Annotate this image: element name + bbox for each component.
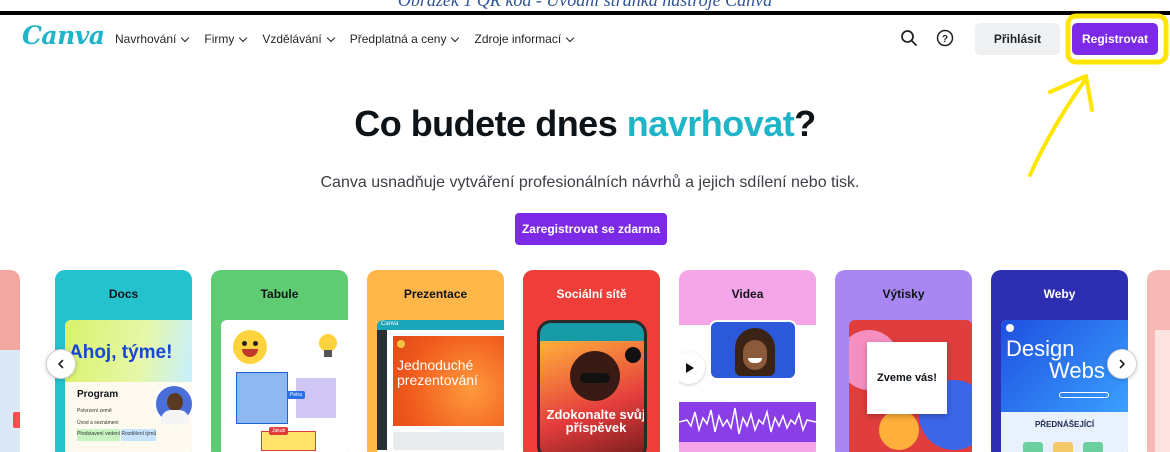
- search-icon[interactable]: [898, 27, 920, 49]
- prezentace-artwork: Canva Jednoduché prezentování: [377, 320, 504, 452]
- chevron-down-icon: [451, 33, 460, 42]
- carousel-next-button[interactable]: [1107, 349, 1137, 379]
- card-title: Tabule: [260, 287, 299, 301]
- hero-title-text: Co budete dnes: [354, 103, 627, 144]
- caption-text: Obrázek 1 QR kód - Úvodní stránka nástro…: [397, 0, 773, 10]
- card-prezentace[interactable]: Prezentace Canva Jednoduché prezentování: [367, 270, 504, 452]
- smile-emoji-icon: [233, 330, 267, 364]
- video-thumbnail: [709, 320, 797, 380]
- nav-item-firmy[interactable]: Firmy: [204, 32, 248, 46]
- top-navbar: Canva Navrhování Firmy Vzdělávání Předpl…: [0, 15, 1170, 63]
- svg-text:?: ?: [942, 34, 948, 45]
- cursor-tag: Jakub: [269, 427, 289, 435]
- nav-item-predplatna[interactable]: Předplatná a ceny: [349, 32, 460, 46]
- card-title: Výtisky: [882, 287, 925, 301]
- hero-title: Co budete dnes navrhovat?: [0, 103, 1170, 145]
- app-header: Canva: [381, 321, 399, 327]
- help-icon[interactable]: ?: [934, 27, 956, 49]
- hero-subtitle: Canva usnadňuje vytváření profesionálníc…: [320, 174, 860, 191]
- web-heading-2: Webs: [1049, 358, 1105, 383]
- card-partial-left[interactable]: [0, 270, 20, 452]
- chevron-right-icon: [1119, 359, 1125, 369]
- highlight-annotation: [1028, 13, 1169, 177]
- nav-item-label: Předplatná a ceny: [349, 32, 447, 46]
- tabule-artwork: Petra Jakub: [221, 320, 348, 452]
- docs-heading: Ahoj, týme!: [69, 342, 173, 363]
- nav-menu: Navrhování Firmy Vzdělávání Předplatná a…: [115, 15, 589, 63]
- slide-text: Jednoduché prezentování: [397, 357, 478, 388]
- lightbulb-icon: [313, 328, 343, 360]
- web-artwork: Design Webs PŘEDNÁŠEJÍCÍ: [1001, 320, 1128, 452]
- nav-item-label: Vzdělávání: [262, 32, 322, 46]
- signup-free-button[interactable]: Zaregistrovat se zdarma: [515, 213, 667, 245]
- chevron-down-icon: [326, 33, 335, 42]
- chevron-left-icon: [58, 359, 64, 369]
- card-vytisky[interactable]: Výtisky Zveme vás!: [835, 270, 972, 452]
- card-title: Prezentace: [403, 287, 468, 301]
- docs-artwork: Ahoj, týme! Program Potvrzení země Úvod …: [65, 320, 192, 452]
- docs-list: Potvrzení země Úvod a seznámení Představ…: [77, 406, 157, 441]
- web-heading-1: Design: [1006, 336, 1075, 361]
- card-title: Docs: [108, 287, 139, 301]
- docs-list-item: Rozdělení týmů: [121, 429, 157, 441]
- carousel-prev-button[interactable]: [46, 349, 76, 379]
- hero-title-end: ?: [794, 103, 816, 144]
- chevron-down-icon: [565, 33, 575, 42]
- docs-list-item: Představení vedení: [77, 429, 121, 441]
- docs-program: Program: [77, 389, 119, 400]
- card-title: Videa: [731, 287, 764, 301]
- nav-item-zdroje[interactable]: Zdroje informací: [474, 32, 575, 46]
- category-carousel: Docs Ahoj, týme! Program Potvrzení země …: [0, 270, 1170, 452]
- nav-item-label: Zdroje informací: [474, 32, 562, 46]
- chevron-down-icon: [239, 33, 248, 42]
- web-section-label: PŘEDNÁŠEJÍCÍ: [1034, 420, 1095, 429]
- docs-list-item: Potvrzení země: [77, 408, 112, 414]
- card-partial-right[interactable]: [1147, 270, 1170, 452]
- nav-item-navrhovani[interactable]: Navrhování: [115, 32, 190, 46]
- avatar: [153, 383, 192, 425]
- hero-title-accent: navrhovat: [626, 103, 795, 144]
- card-tabule[interactable]: Tabule Petra Jakub: [211, 270, 348, 452]
- nav-item-label: Navrhování: [115, 32, 177, 46]
- chevron-down-icon: [181, 33, 190, 42]
- card-videa[interactable]: Videa: [679, 270, 816, 452]
- post-text: Zdokonalte svůj příspěvek: [546, 407, 646, 435]
- phone-mockup: Zdokonalte svůj příspěvek: [537, 320, 647, 452]
- nav-item-label: Firmy: [204, 32, 235, 46]
- canva-logo[interactable]: Canva: [22, 21, 105, 50]
- card-socialni-site[interactable]: Sociální sítě Zdokonalte svůj příspěvek: [523, 270, 660, 452]
- card-title: Weby: [1043, 287, 1076, 301]
- card-title: Sociální sítě: [556, 287, 627, 301]
- nav-item-vzdelavani[interactable]: Vzdělávání: [262, 32, 335, 46]
- docs-list-item: Úvod a seznámení: [77, 419, 119, 426]
- audio-waveform: [679, 402, 816, 442]
- cursor-tag: Petra: [287, 391, 305, 399]
- invitation-card: Zveme vás!: [867, 342, 947, 414]
